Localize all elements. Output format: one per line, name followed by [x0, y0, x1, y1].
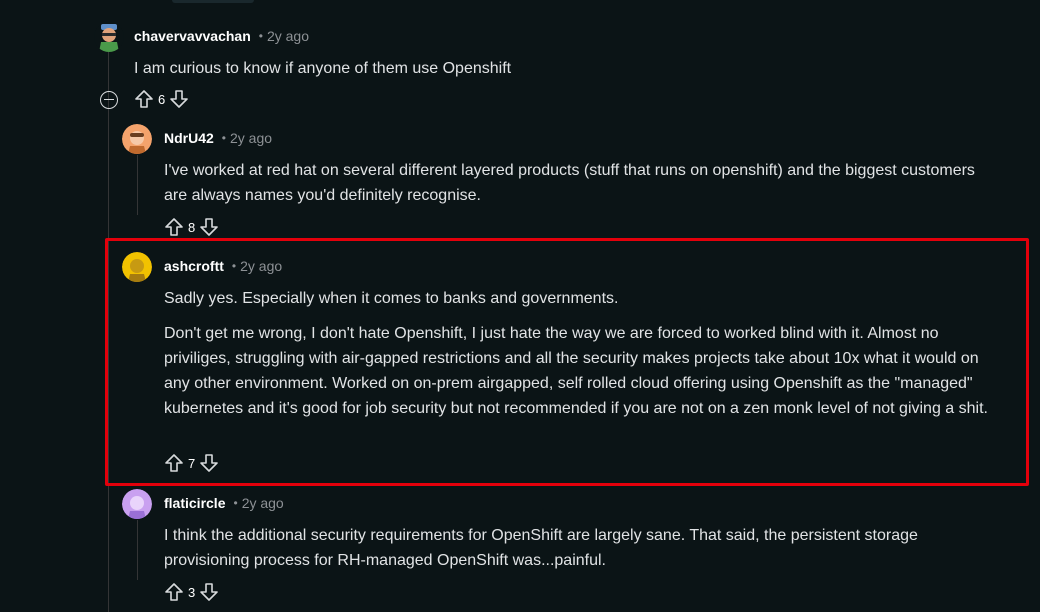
comment-body: I've worked at red hat on several differ…	[164, 158, 984, 208]
upvote-arrow-icon[interactable]	[164, 217, 184, 237]
timestamp[interactable]: 2y ago	[242, 495, 284, 511]
avatar[interactable]	[122, 124, 152, 154]
vote-count: 3	[188, 584, 196, 600]
avatar[interactable]	[94, 22, 124, 52]
comment-paragraph: Sadly yes. Especially when it comes to b…	[164, 290, 619, 307]
timestamp[interactable]: 2y ago	[230, 130, 272, 146]
username[interactable]: chavervavvachan	[134, 28, 251, 44]
comment-paragraph: I am curious to know if anyone of them u…	[134, 60, 512, 77]
comment-body: I am curious to know if anyone of them u…	[134, 56, 994, 81]
comment-meta: flaticircle • 2y ago	[164, 495, 284, 511]
meta-separator: •	[258, 29, 263, 43]
username[interactable]: ashcroftt	[164, 258, 224, 274]
comment-body: I think the additional security requirem…	[164, 523, 994, 573]
collapse-thread-icon[interactable]	[100, 91, 118, 109]
comment-meta: ashcroftt • 2y ago	[164, 258, 282, 274]
downvote-arrow-icon[interactable]	[199, 453, 219, 473]
comment-paragraph: I've worked at red hat on several differ…	[164, 162, 975, 204]
comment-meta: chavervavvachan • 2y ago	[134, 28, 309, 44]
timestamp[interactable]: 2y ago	[267, 28, 309, 44]
upvote-arrow-icon[interactable]	[134, 89, 154, 109]
comment-body: Sadly yes. Especially when it comes to b…	[164, 286, 1004, 421]
downvote-arrow-icon[interactable]	[169, 89, 189, 109]
vote-bar: 6	[134, 89, 189, 109]
vote-bar: 3	[164, 582, 219, 602]
username[interactable]: NdrU42	[164, 130, 214, 146]
timestamp[interactable]: 2y ago	[240, 258, 282, 274]
username[interactable]: flaticircle	[164, 495, 225, 511]
downvote-arrow-icon[interactable]	[199, 582, 219, 602]
meta-separator: •	[233, 496, 238, 510]
comment-paragraph: Don't get me wrong, I don't hate Openshi…	[164, 325, 988, 417]
comment-paragraph: I think the additional security requirem…	[164, 527, 918, 569]
thread-line-flaticircle[interactable]	[137, 520, 138, 580]
vote-count: 7	[188, 455, 196, 471]
upvote-arrow-icon[interactable]	[164, 453, 184, 473]
vote-bar: 8	[164, 217, 219, 237]
partial-element-top	[172, 0, 254, 3]
avatar[interactable]	[122, 252, 152, 282]
comment-meta: NdrU42 • 2y ago	[164, 130, 272, 146]
meta-separator: •	[221, 131, 226, 145]
vote-bar: 7	[164, 453, 219, 473]
vote-count: 8	[188, 219, 196, 235]
vote-count: 6	[158, 91, 166, 107]
upvote-arrow-icon[interactable]	[164, 582, 184, 602]
thread-line-ndru42[interactable]	[137, 155, 138, 215]
downvote-arrow-icon[interactable]	[199, 217, 219, 237]
meta-separator: •	[231, 259, 237, 273]
avatar[interactable]	[122, 489, 152, 519]
